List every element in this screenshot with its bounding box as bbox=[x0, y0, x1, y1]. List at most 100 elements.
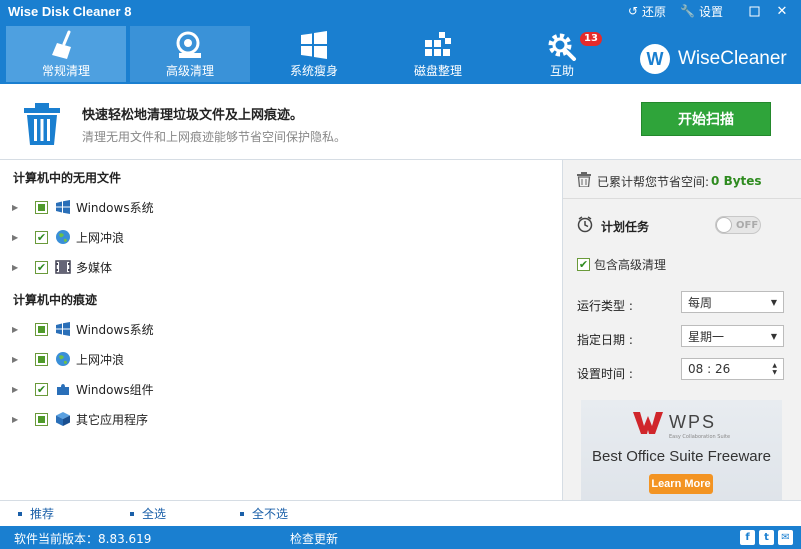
learn-more-button[interactable]: Learn More bbox=[649, 474, 713, 494]
tree-item[interactable]: ▶ Windows系统 bbox=[12, 319, 154, 339]
restore-label: 还原 bbox=[642, 4, 667, 19]
notification-badge: 13 bbox=[580, 32, 602, 46]
ad-brand: WPS bbox=[669, 411, 717, 432]
app-title: Wise Disk Cleaner 8 bbox=[8, 3, 132, 19]
broom-icon bbox=[49, 28, 83, 62]
checkbox[interactable]: ✔ bbox=[35, 260, 48, 274]
checkbox[interactable] bbox=[35, 352, 48, 366]
select-all-link[interactable]: 全选 bbox=[130, 505, 166, 522]
checkbox[interactable] bbox=[35, 200, 48, 214]
close-button[interactable]: ✕ bbox=[771, 0, 793, 22]
wps-advertisement[interactable]: WPS Easy Collaboration Suite Best Office… bbox=[581, 400, 782, 500]
date-value: 星期一 bbox=[688, 329, 725, 344]
recommend-link[interactable]: 推荐 bbox=[18, 505, 54, 522]
facebook-icon[interactable]: f bbox=[740, 530, 755, 545]
tab-mutual-help[interactable]: 互助 13 bbox=[502, 26, 622, 82]
item-label: Windows系统 bbox=[76, 200, 154, 215]
box-icon bbox=[54, 411, 72, 427]
film-icon bbox=[54, 259, 72, 275]
saved-value: 0 Bytes bbox=[711, 174, 762, 188]
saved-label: 已累计帮您节省空间: bbox=[597, 174, 710, 189]
hero-subtitle: 清理无用文件和上网痕迹能够节省空间保护隐私。 bbox=[82, 130, 347, 144]
tab-label: 高级清理 bbox=[165, 64, 214, 78]
restore-button[interactable]: ↺ 还原 bbox=[628, 3, 666, 20]
ad-tagline: Easy Collaboration Suite bbox=[669, 434, 731, 440]
wps-w-icon bbox=[633, 412, 663, 434]
main-nav: 常规清理 高级清理 系统瘦身 磁盘整理 互助 13 W WiseCleaner bbox=[0, 22, 801, 84]
spin-arrows-icon[interactable]: ▲ ▼ bbox=[772, 362, 777, 376]
checkbox[interactable] bbox=[35, 412, 48, 426]
minimize-icon bbox=[749, 6, 759, 16]
tree-item[interactable]: ▶ ✔ Windows组件 bbox=[12, 379, 154, 399]
brand-name: WiseCleaner bbox=[678, 48, 787, 69]
tree-item[interactable]: ▶ 上网冲浪 bbox=[12, 349, 124, 369]
run-type-value: 每周 bbox=[688, 295, 713, 310]
status-bar: 软件当前版本：8.83.619 检查更新 f t ✉ bbox=[0, 526, 801, 549]
item-label: Windows系统 bbox=[76, 322, 154, 337]
item-label: Windows组件 bbox=[76, 382, 154, 397]
check-update-link[interactable]: 检查更新 bbox=[290, 530, 338, 547]
start-scan-button[interactable]: 开始扫描 bbox=[641, 102, 771, 136]
checkbox[interactable]: ✔ bbox=[577, 258, 590, 271]
tab-label: 磁盘整理 bbox=[413, 64, 462, 78]
expand-arrow-icon[interactable]: ▶ bbox=[12, 203, 22, 212]
expand-arrow-icon[interactable]: ▶ bbox=[12, 355, 22, 364]
select-none-link[interactable]: 全不选 bbox=[240, 505, 288, 522]
schedule-title: 计划任务 bbox=[577, 216, 649, 236]
divider bbox=[563, 198, 801, 199]
expand-arrow-icon[interactable]: ▶ bbox=[12, 233, 22, 242]
tree-item[interactable]: ▶ ✔ 上网冲浪 bbox=[12, 227, 124, 247]
puzzle-icon bbox=[54, 381, 72, 397]
twitter-icon[interactable]: t bbox=[759, 530, 774, 545]
settings-button[interactable]: 🔧 设置 bbox=[680, 3, 723, 20]
selection-bar: 推荐 全选 全不选 bbox=[0, 500, 801, 526]
include-advanced-option[interactable]: ✔ 包含高级清理 bbox=[577, 256, 666, 273]
trash-small-icon bbox=[577, 172, 591, 190]
undo-icon: ↺ bbox=[627, 4, 639, 18]
time-value: 08 : 26 bbox=[688, 362, 731, 376]
brand: W WiseCleaner bbox=[640, 44, 787, 74]
date-label: 指定日期 : bbox=[577, 333, 633, 347]
time-spinner[interactable]: 08 : 26 ▲ ▼ bbox=[681, 358, 784, 380]
checkbox[interactable] bbox=[35, 322, 48, 336]
settings-label: 设置 bbox=[698, 4, 723, 19]
clock-icon bbox=[577, 216, 593, 236]
version-text: 软件当前版本：8.83.619 bbox=[14, 532, 152, 546]
include-advanced-label: 包含高级清理 bbox=[594, 258, 667, 272]
schedule-toggle[interactable]: OFF bbox=[715, 216, 761, 234]
date-select[interactable]: 星期一 ▼ bbox=[681, 325, 784, 347]
expand-arrow-icon[interactable]: ▶ bbox=[12, 263, 22, 272]
expand-arrow-icon[interactable]: ▶ bbox=[12, 325, 22, 334]
tab-label: 系统瘦身 bbox=[289, 64, 338, 78]
run-type-label: 运行类型 : bbox=[577, 299, 633, 313]
run-type-select[interactable]: 每周 ▼ bbox=[681, 291, 784, 313]
tab-disk-defrag[interactable]: 磁盘整理 bbox=[378, 26, 498, 82]
section-title-junk-files: 计算机中的无用文件 bbox=[13, 171, 122, 185]
checkbox[interactable]: ✔ bbox=[35, 230, 48, 244]
tree-item[interactable]: ▶ Windows系统 bbox=[12, 197, 154, 217]
bullet-icon bbox=[130, 511, 134, 516]
trash-icon bbox=[22, 102, 62, 149]
chevron-down-icon: ▼ bbox=[770, 297, 777, 307]
section-title-traces: 计算机中的痕迹 bbox=[13, 293, 98, 307]
toggle-label: OFF bbox=[736, 219, 759, 231]
expand-arrow-icon[interactable]: ▶ bbox=[12, 385, 22, 394]
tab-advanced-clean[interactable]: 高级清理 bbox=[130, 26, 250, 82]
minimize-button[interactable] bbox=[743, 0, 765, 22]
bullet-icon bbox=[240, 511, 244, 516]
windows-flag-icon bbox=[54, 321, 72, 337]
recommend-label: 推荐 bbox=[30, 507, 55, 521]
tree-item[interactable]: ▶ ✔ 多媒体 bbox=[12, 257, 112, 277]
tab-system-slim[interactable]: 系统瘦身 bbox=[254, 26, 374, 82]
tab-regular-clean[interactable]: 常规清理 bbox=[6, 26, 126, 82]
checkbox[interactable]: ✔ bbox=[35, 382, 48, 396]
item-label: 多媒体 bbox=[76, 260, 113, 275]
ad-title: Best Office Suite Freeware bbox=[592, 448, 771, 465]
wrench-icon: 🔧 bbox=[680, 4, 695, 18]
email-icon[interactable]: ✉ bbox=[778, 530, 793, 545]
tab-label: 常规清理 bbox=[41, 64, 90, 78]
wisecleaner-logo: W bbox=[640, 44, 670, 74]
tree-item[interactable]: ▶ 其它应用程序 bbox=[12, 409, 148, 429]
expand-arrow-icon[interactable]: ▶ bbox=[12, 415, 22, 424]
chevron-down-icon: ▼ bbox=[770, 331, 777, 341]
